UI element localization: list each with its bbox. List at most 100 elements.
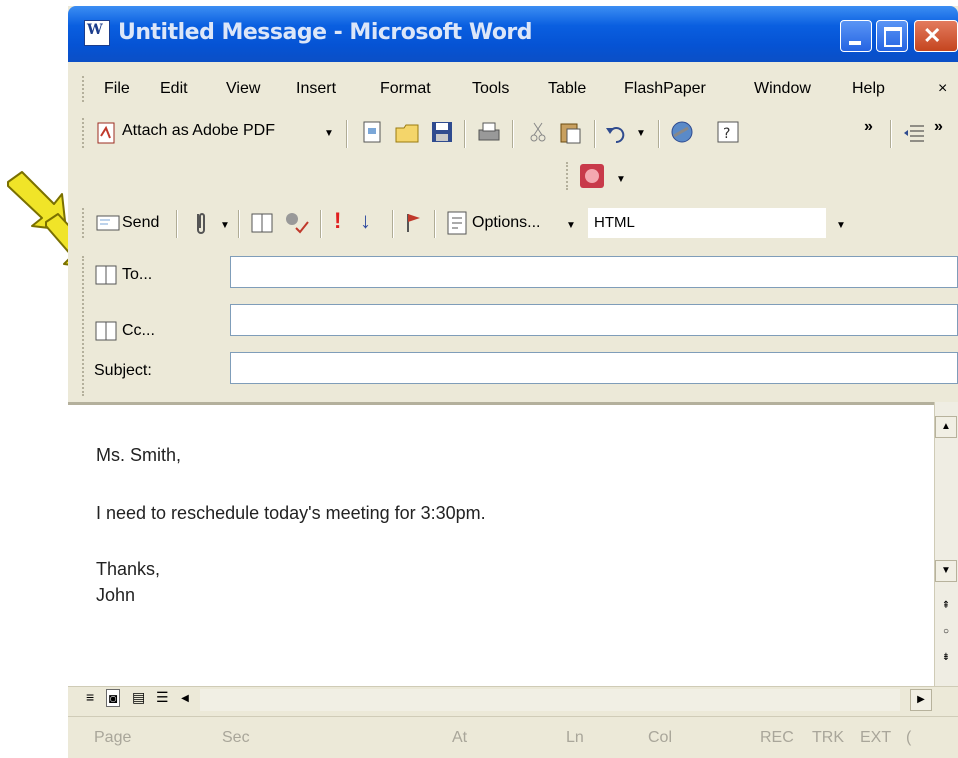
status-trk[interactable]: TRK xyxy=(812,729,844,747)
toolbar-grip[interactable] xyxy=(82,118,88,148)
cc-button[interactable]: Cc... xyxy=(122,322,155,340)
cc-field[interactable] xyxy=(230,304,958,336)
paste-icon[interactable] xyxy=(558,120,584,144)
scroll-up-button[interactable]: ▲ xyxy=(935,416,957,438)
toolbar-separator xyxy=(890,120,892,148)
maximize-button[interactable] xyxy=(876,20,908,52)
send-button[interactable]: Send xyxy=(122,214,159,232)
high-importance-icon[interactable]: ! xyxy=(334,208,341,234)
web-layout-view-icon[interactable]: ◙ xyxy=(106,689,121,707)
body-line-signature: John xyxy=(96,585,136,605)
menu-bar: File Edit View Insert Format Tools Table… xyxy=(68,70,958,110)
horizontal-scroll-track[interactable] xyxy=(200,689,900,711)
outline-view-icon[interactable]: ☰ xyxy=(156,689,169,706)
address-book-icon[interactable] xyxy=(250,212,276,234)
address-book-icon[interactable] xyxy=(94,320,120,342)
menu-table[interactable]: Table xyxy=(548,80,586,98)
new-document-icon[interactable] xyxy=(360,120,386,146)
previous-page-button[interactable]: ⇞ xyxy=(935,596,957,618)
chevron-down-icon[interactable]: ▼ xyxy=(836,220,846,231)
body-line-message: I need to reschedule today's meeting for… xyxy=(96,503,486,523)
to-button[interactable]: To... xyxy=(122,266,152,284)
close-document-button[interactable]: × xyxy=(938,80,947,98)
print-icon[interactable] xyxy=(476,120,502,144)
to-field[interactable] xyxy=(230,256,958,288)
flashpaper-toolbar: ▼ xyxy=(68,156,958,196)
word-app-icon[interactable] xyxy=(84,20,110,46)
toolbar-separator xyxy=(346,120,348,148)
adobe-pdf-icon xyxy=(97,122,115,144)
undo-icon[interactable] xyxy=(604,122,628,144)
scroll-right-button[interactable]: ▶ xyxy=(910,689,932,711)
chevron-down-icon[interactable]: ▼ xyxy=(220,220,230,231)
message-body[interactable]: Ms. Smith, I need to reschedule today's … xyxy=(68,402,934,689)
close-button[interactable] xyxy=(914,20,958,52)
toolbar-grip[interactable] xyxy=(566,162,572,190)
status-line: Ln xyxy=(566,729,584,746)
options-button[interactable]: Options... xyxy=(472,214,540,232)
subject-field[interactable] xyxy=(230,352,958,384)
cut-icon[interactable] xyxy=(526,120,550,144)
status-ovr[interactable]: ( xyxy=(906,729,911,747)
hyperlink-globe-icon[interactable] xyxy=(668,118,696,146)
menu-help[interactable]: Help xyxy=(852,80,885,98)
menu-edit[interactable]: Edit xyxy=(160,80,188,98)
chevron-down-icon[interactable]: ▼ xyxy=(636,128,646,139)
title-bar[interactable]: Untitled Message - Microsoft Word xyxy=(68,6,958,62)
attach-as-pdf-button[interactable]: Attach as Adobe PDF xyxy=(122,122,275,140)
status-rec[interactable]: REC xyxy=(760,729,794,747)
address-book-icon[interactable] xyxy=(94,264,120,286)
status-column: Col xyxy=(648,729,673,746)
send-envelope-icon xyxy=(96,215,120,231)
scroll-left-button[interactable]: ◀ xyxy=(174,689,196,711)
status-at: At xyxy=(452,729,468,746)
message-format-value: HTML xyxy=(594,214,635,231)
attach-paperclip-icon[interactable] xyxy=(192,210,208,236)
next-page-button[interactable]: ⇟ xyxy=(935,648,957,670)
select-browse-object-button[interactable]: ○ xyxy=(935,622,957,644)
menu-grip[interactable] xyxy=(82,76,88,102)
scroll-down-button[interactable]: ▼ xyxy=(935,560,957,582)
menu-insert[interactable]: Insert xyxy=(296,80,336,98)
svg-text:?: ? xyxy=(723,126,730,142)
check-names-icon[interactable] xyxy=(282,210,310,236)
toolbar-separator xyxy=(392,210,394,238)
horizontal-scrollbar[interactable]: ≡ ◙ ▤ ☰ ◀ ▶ xyxy=(68,686,958,715)
menu-file[interactable]: File xyxy=(104,80,130,98)
chevron-down-icon[interactable]: ▼ xyxy=(616,174,626,185)
toolbar-separator xyxy=(320,210,322,238)
status-section: Sec xyxy=(222,729,250,746)
menu-window[interactable]: Window xyxy=(754,80,811,98)
toolbar-separator xyxy=(176,210,178,238)
chevron-down-icon[interactable]: ▼ xyxy=(566,220,576,231)
body-line-closing: Thanks, xyxy=(96,559,161,579)
message-format-select[interactable]: HTML xyxy=(588,208,826,238)
print-layout-view-icon[interactable]: ▤ xyxy=(132,689,145,706)
standard-toolbar: Attach as Adobe PDF ▼ ▼ ? » » xyxy=(68,110,958,156)
toolbar-overflow-icon[interactable]: » xyxy=(864,118,873,136)
vertical-scrollbar[interactable]: ▲ ▼ ⇞ ○ ⇟ xyxy=(934,402,958,686)
follow-up-flag-icon[interactable] xyxy=(404,212,422,234)
toolbar-grip[interactable] xyxy=(82,208,88,238)
word-message-window: Untitled Message - Microsoft Word File E… xyxy=(68,6,958,758)
normal-view-icon[interactable]: ≡ xyxy=(86,689,94,705)
menu-tools[interactable]: Tools xyxy=(472,80,509,98)
save-icon[interactable] xyxy=(430,120,454,144)
menu-flashpaper[interactable]: FlashPaper xyxy=(624,80,706,98)
status-page: Page xyxy=(94,729,132,746)
decrease-indent-icon[interactable] xyxy=(902,122,926,144)
toolbar-overflow-icon[interactable]: » xyxy=(934,118,943,136)
toolbar-separator xyxy=(512,120,514,148)
chevron-down-icon[interactable]: ▼ xyxy=(324,128,334,139)
menu-view[interactable]: View xyxy=(226,80,260,98)
open-folder-icon[interactable] xyxy=(394,120,422,146)
flashpaper-icon[interactable] xyxy=(578,162,608,190)
help-icon[interactable]: ? xyxy=(716,120,740,144)
menu-format[interactable]: Format xyxy=(380,80,431,98)
minimize-button[interactable] xyxy=(840,20,872,52)
toolbar-separator xyxy=(434,210,436,238)
status-ext[interactable]: EXT xyxy=(860,729,891,747)
subject-label: Subject: xyxy=(94,362,152,379)
low-importance-icon[interactable]: ↓ xyxy=(360,208,371,234)
toolbar-separator xyxy=(238,210,240,238)
